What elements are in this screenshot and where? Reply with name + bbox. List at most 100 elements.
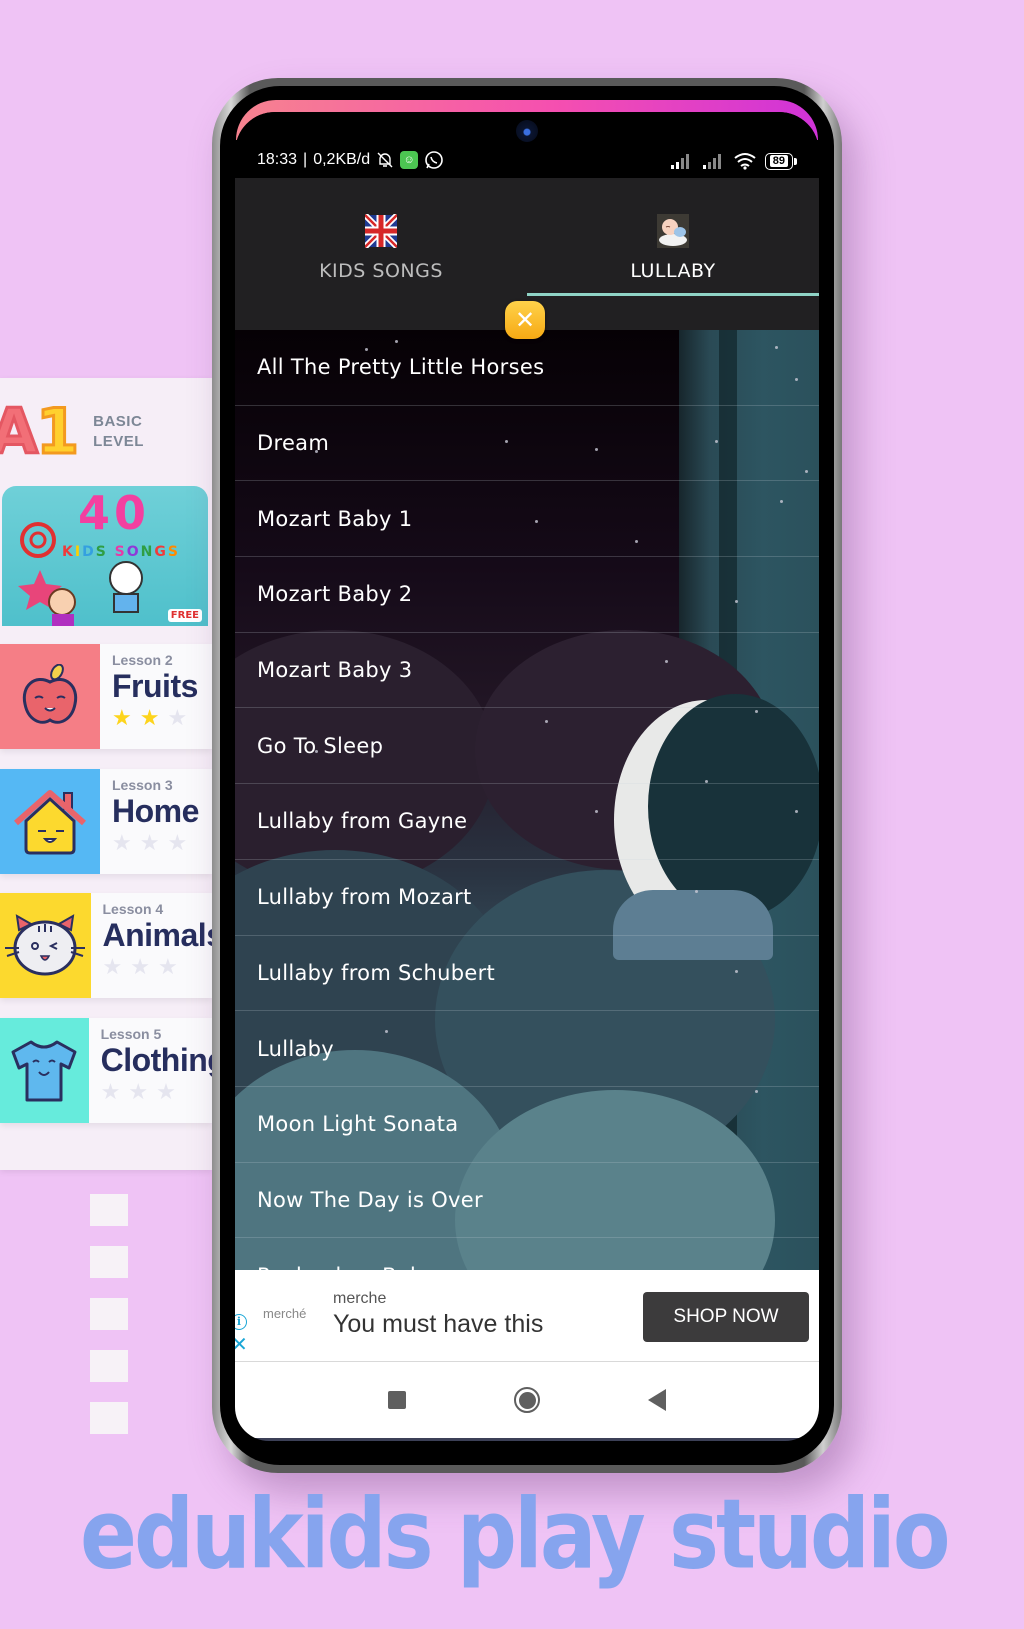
lesson-stars: ★ ★ ★ bbox=[112, 708, 198, 730]
decorative-square bbox=[90, 1350, 128, 1382]
status-separator: | bbox=[303, 151, 308, 168]
star-empty-icon: ★ bbox=[167, 831, 188, 856]
song-list-item[interactable]: Mozart Baby 1 bbox=[235, 481, 819, 558]
level-badge-letters: A1 bbox=[0, 395, 81, 468]
lesson-number: Lesson 3 bbox=[112, 777, 173, 793]
close-button[interactable]: ✕ bbox=[505, 301, 545, 339]
front-camera bbox=[516, 120, 538, 142]
recents-button[interactable] bbox=[388, 1391, 406, 1409]
tab-label: LULLABY bbox=[630, 260, 716, 282]
lesson-stars: ★ ★ ★ bbox=[112, 833, 199, 855]
cover-title: KIDS SONGS bbox=[62, 544, 180, 560]
lesson-card-animals[interactable]: Lesson 4 Animals ★ ★ ★ bbox=[0, 893, 212, 998]
tab-selected-indicator bbox=[527, 293, 819, 296]
status-time: 18:33 bbox=[257, 151, 298, 168]
house-icon bbox=[14, 789, 86, 854]
song-list-item[interactable]: Dream bbox=[235, 406, 819, 482]
kids-songs-cover-image: 40 KIDS SONGS FREE bbox=[2, 486, 208, 626]
song-list-item[interactable]: Rock a bye Baby bbox=[235, 1238, 819, 1270]
phone-screen: 18:33 | 0,2KB/d ☺ 89 KIDS SONGS LULLABY … bbox=[235, 112, 819, 1441]
back-button[interactable] bbox=[648, 1389, 666, 1411]
song-title: Dream bbox=[257, 431, 330, 456]
ad-info-icon[interactable]: i bbox=[235, 1314, 247, 1330]
close-icon: ✕ bbox=[514, 306, 536, 334]
song-title: Lullaby from Schubert bbox=[257, 960, 496, 985]
song-list-item[interactable]: All The Pretty Little Horses bbox=[235, 330, 819, 406]
cover-number: 40 bbox=[78, 486, 151, 540]
lesson-number: Lesson 5 bbox=[100, 1026, 162, 1042]
song-list-item[interactable]: Lullaby from Gayne bbox=[235, 784, 819, 860]
lesson-icon-block bbox=[0, 893, 91, 998]
signal-icon-2 bbox=[702, 154, 721, 169]
brand-title: edukids play studio bbox=[80, 1478, 951, 1591]
lesson-stars: ★ ★ ★ bbox=[101, 1082, 212, 1104]
star-filled-icon: ★ bbox=[112, 706, 132, 731]
cat-icon bbox=[5, 913, 86, 975]
song-list[interactable]: All The Pretty Little Horses Dream Mozart … bbox=[235, 330, 819, 1270]
sleeping-baby-icon bbox=[657, 214, 689, 248]
lesson-icon-block bbox=[0, 769, 100, 874]
shop-now-button[interactable]: SHOP NOW bbox=[643, 1292, 809, 1342]
decorative-square bbox=[90, 1402, 128, 1434]
level-label-line2: LEVEL bbox=[93, 433, 144, 450]
song-list-item[interactable]: Lullaby from Mozart bbox=[235, 860, 819, 936]
ad-advertiser: merche bbox=[333, 1290, 387, 1307]
apple-icon bbox=[22, 663, 78, 724]
signal-icon bbox=[670, 154, 689, 169]
song-title: Lullaby bbox=[257, 1036, 335, 1061]
free-label: FREE bbox=[167, 609, 202, 622]
song-title: Lullaby from Gayne bbox=[257, 809, 468, 834]
star-filled-icon: ★ bbox=[139, 706, 160, 731]
star-empty-icon: ★ bbox=[156, 1080, 176, 1105]
lesson-icon-block bbox=[0, 1018, 89, 1123]
song-list-item[interactable]: Now The Day is Over bbox=[235, 1163, 819, 1239]
lesson-card-fruits[interactable]: Lesson 2 Fruits ★ ★ ★ bbox=[0, 644, 212, 749]
ad-logo: merché bbox=[263, 1306, 307, 1321]
star-empty-icon: ★ bbox=[157, 955, 178, 980]
ad-headline[interactable]: You must have this bbox=[333, 1310, 543, 1339]
star-empty-icon: ★ bbox=[112, 831, 132, 856]
lesson-number: Lesson 4 bbox=[102, 901, 164, 917]
song-title: Moon Light Sonata bbox=[257, 1112, 459, 1137]
song-list-item[interactable]: Lullaby bbox=[235, 1011, 819, 1087]
lesson-title: Home bbox=[112, 793, 199, 829]
decorative-square bbox=[90, 1194, 128, 1226]
level-label: BASIC LEVEL bbox=[93, 412, 144, 452]
tshirt-icon bbox=[11, 1040, 77, 1101]
home-button[interactable] bbox=[514, 1387, 540, 1413]
lesson-number: Lesson 2 bbox=[112, 652, 173, 668]
battery-level: 89 bbox=[769, 154, 788, 167]
song-title: Mozart Baby 3 bbox=[257, 658, 413, 683]
ad-close-icon[interactable]: ✕ bbox=[235, 1334, 248, 1354]
song-list-item[interactable]: Moon Light Sonata bbox=[235, 1087, 819, 1163]
song-title: Mozart Baby 1 bbox=[257, 506, 413, 531]
song-title: Now The Day is Over bbox=[257, 1187, 483, 1212]
song-list-item[interactable]: Mozart Baby 2 bbox=[235, 557, 819, 633]
tab-kids-songs[interactable]: KIDS SONGS bbox=[235, 178, 527, 292]
lesson-card-home[interactable]: Lesson 3 Home ★ ★ ★ bbox=[0, 769, 212, 874]
lesson-card-clothing[interactable]: Lesson 5 Clothing ★ ★ ★ bbox=[0, 1018, 212, 1123]
star-empty-icon: ★ bbox=[102, 955, 123, 980]
tab-label: KIDS SONGS bbox=[319, 260, 443, 282]
bell-muted-icon bbox=[377, 152, 393, 168]
level-label-line1: BASIC bbox=[93, 413, 143, 430]
song-list-item[interactable]: Lullaby from Schubert bbox=[235, 936, 819, 1012]
tab-lullaby[interactable]: LULLABY bbox=[527, 178, 819, 292]
song-list-item[interactable]: Mozart Baby 3 bbox=[235, 633, 819, 709]
decorative-squares bbox=[90, 1194, 128, 1454]
ad-banner[interactable]: i ✕ merché merche You must have this SHO… bbox=[235, 1270, 819, 1362]
lesson-icon-block bbox=[0, 644, 100, 749]
phone-bezel: 18:33 | 0,2KB/d ☺ 89 KIDS SONGS LULLABY … bbox=[220, 86, 834, 1465]
promo-panel: A1 BASIC LEVEL 40 KIDS SONGS FREE Lesson… bbox=[0, 378, 212, 1170]
decorative-square bbox=[90, 1246, 128, 1278]
star-empty-icon: ★ bbox=[167, 706, 188, 731]
lesson-title: Clothing bbox=[100, 1042, 212, 1078]
screen-bottom-edge bbox=[235, 1438, 819, 1441]
whatsapp-icon bbox=[425, 151, 443, 169]
song-list-item[interactable]: Go To Sleep bbox=[235, 708, 819, 785]
status-data-rate: 0,2KB/d bbox=[313, 151, 371, 168]
star-empty-icon: ★ bbox=[130, 955, 150, 980]
song-title: Mozart Baby 2 bbox=[257, 582, 413, 607]
lesson-stars: ★ ★ ★ bbox=[103, 957, 213, 979]
decorative-square bbox=[90, 1298, 128, 1330]
